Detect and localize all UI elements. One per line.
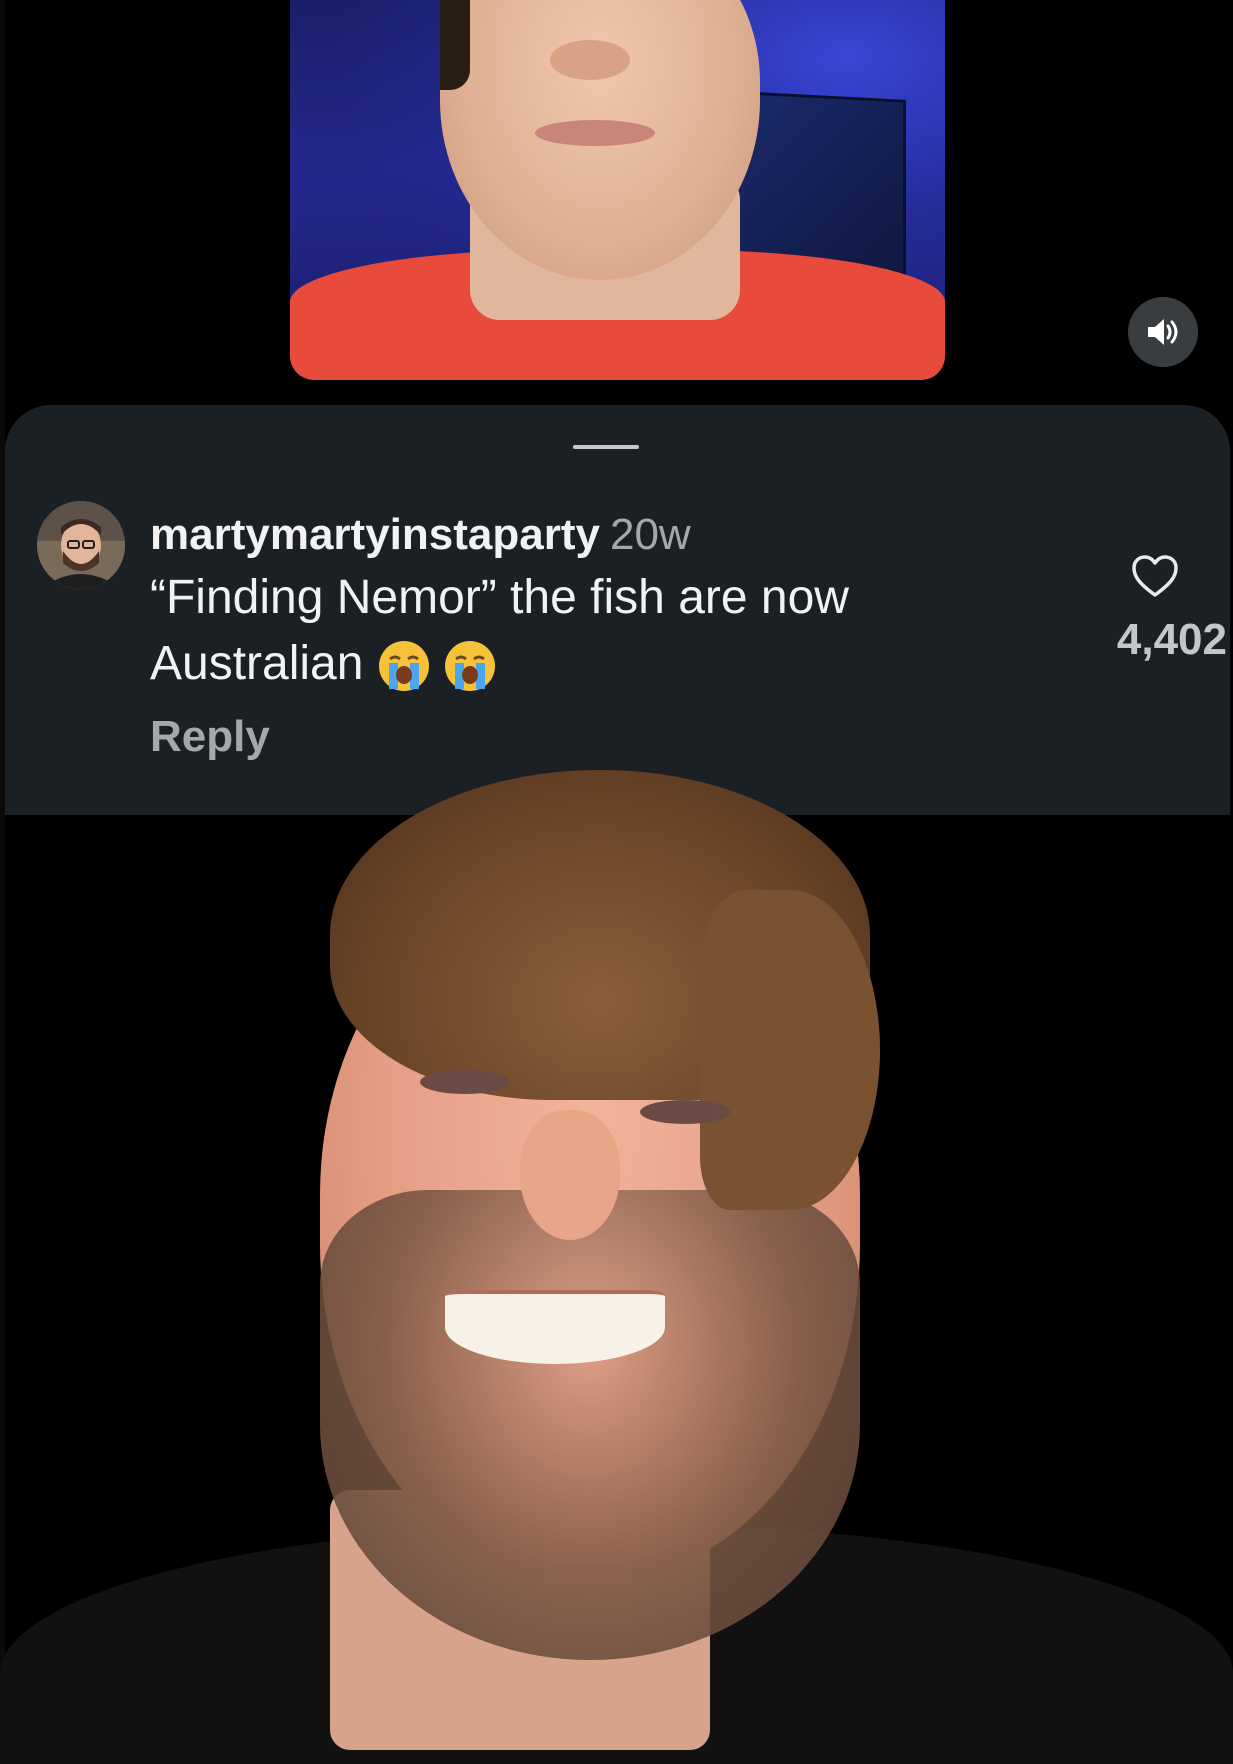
reactor-smile bbox=[445, 1290, 665, 1364]
comment-header: martymartyinstaparty 20w bbox=[150, 505, 970, 565]
heart-outline-icon[interactable] bbox=[1130, 553, 1180, 599]
comment-text-content: “Finding Nemor” the fish are now Austral… bbox=[150, 571, 849, 690]
person-mouth bbox=[535, 120, 655, 146]
comment-username[interactable]: martymartyinstaparty bbox=[150, 510, 600, 559]
person-nose bbox=[550, 40, 630, 80]
comment-body: martymartyinstaparty 20w “Finding Nemor” … bbox=[150, 505, 970, 767]
reactor-beard bbox=[320, 1190, 860, 1660]
avatar-image bbox=[37, 501, 125, 589]
loudly-crying-face-icon bbox=[379, 641, 430, 692]
reactor-left-eye bbox=[420, 1070, 510, 1094]
avatar[interactable] bbox=[37, 501, 125, 589]
speaker-icon bbox=[1148, 319, 1178, 345]
reactor-nose bbox=[520, 1110, 620, 1240]
reply-button[interactable]: Reply bbox=[150, 707, 970, 767]
reactor-right-eye bbox=[640, 1100, 730, 1124]
mute-button[interactable] bbox=[1128, 297, 1198, 367]
comment-timestamp: 20w bbox=[609, 510, 691, 559]
reactor-hair-side bbox=[700, 890, 880, 1210]
sheet-drag-handle[interactable] bbox=[573, 445, 639, 449]
reaction-video-top[interactable] bbox=[290, 0, 945, 380]
comment-emojis bbox=[377, 639, 497, 693]
comment-text: “Finding Nemor” the fish are now Austral… bbox=[150, 565, 970, 697]
person-hair bbox=[440, 0, 470, 90]
like-count: 4,402 bbox=[1116, 615, 1227, 664]
loudly-crying-face-icon bbox=[445, 641, 496, 692]
reactor-video bbox=[0, 770, 1233, 1764]
comment-sheet: martymartyinstaparty 20w “Finding Nemor” … bbox=[5, 405, 1230, 815]
